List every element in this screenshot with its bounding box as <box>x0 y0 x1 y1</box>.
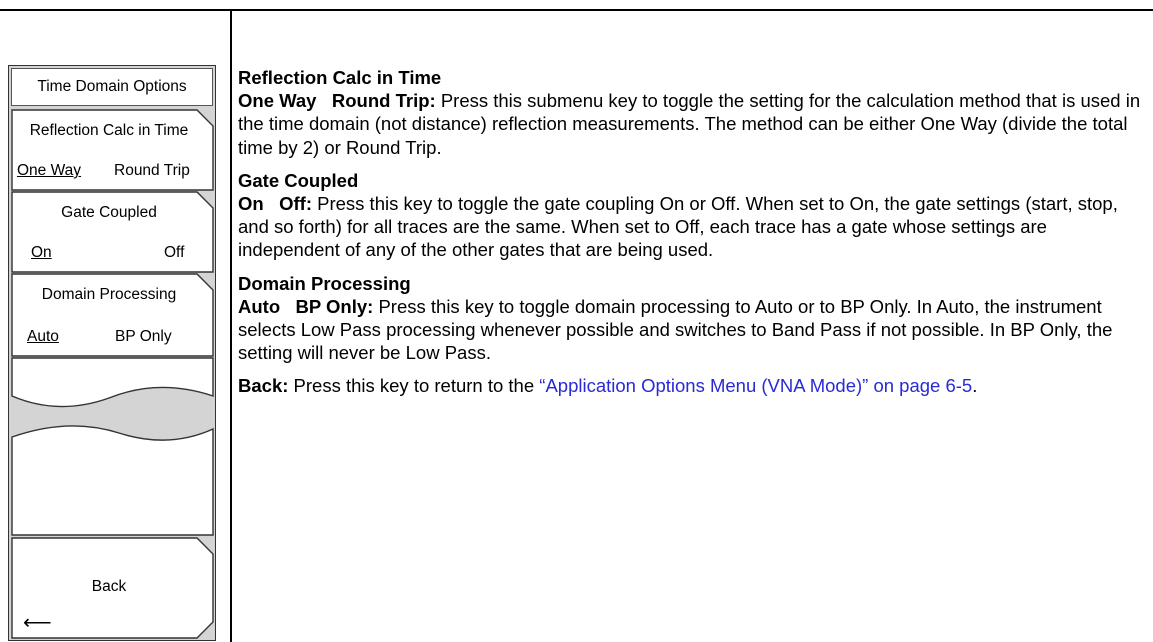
section-heading: Reflection Calc in Time <box>238 67 442 88</box>
back-label: Back <box>91 578 127 595</box>
bp-only-option: BP Only <box>115 328 172 345</box>
key-options: One Way Round Trip: <box>238 90 436 112</box>
back-key[interactable]: Back ⟵ <box>9 536 215 640</box>
gate-off-option: Off <box>164 244 185 261</box>
domain-processing-label: Domain Processing <box>41 286 177 303</box>
auto-option: Auto <box>27 328 59 345</box>
section-heading: Gate Coupled <box>238 169 359 191</box>
section-body: On Off: Press this key to toggle the gat… <box>238 192 1143 262</box>
section-back: Back: Press this key to return to the “A… <box>238 374 1143 397</box>
key-name: Back: <box>238 375 289 397</box>
key-options: Auto BP Only: <box>238 295 374 317</box>
section-body: Auto BP Only: Press this key to toggle d… <box>238 295 1143 365</box>
cross-reference-link[interactable]: “Application Options Menu (VNA Mode)” on… <box>539 375 972 396</box>
domain-processing-key[interactable]: Domain Processing Auto BP Only <box>9 272 215 358</box>
one-way-option: One Way <box>17 162 82 179</box>
section-gate-coupled: Gate Coupled On Off: Press this key to t… <box>238 169 1143 262</box>
reflection-calc-key[interactable]: Reflection Calc in Time One Way Round Tr… <box>9 108 215 192</box>
blank-key-shape <box>11 425 214 536</box>
section-domain-processing: Domain Processing Auto BP Only: Press th… <box>238 272 1143 365</box>
section-heading: Domain Processing <box>238 272 411 294</box>
column-divider <box>230 9 232 642</box>
softkey-menu: Time Domain Options Reflection Calc in T… <box>8 65 216 641</box>
blank-key-1 <box>9 356 215 416</box>
section-text: Press this key to return to the <box>288 375 540 397</box>
key-options: On Off: <box>238 193 312 215</box>
section-reflection-calc: Reflection Calc in Time One Way Round Tr… <box>238 66 1143 159</box>
menu-title: Time Domain Options <box>11 68 213 106</box>
section-body: Back: Press this key to return to the “A… <box>238 374 1143 397</box>
gate-coupled-key[interactable]: Gate Coupled On Off <box>9 190 215 274</box>
section-body: One Way Round Trip: Press this submenu k… <box>238 89 1143 159</box>
left-arrow-icon: ⟵ <box>23 612 52 634</box>
description-column: Reflection Calc in Time One Way Round Tr… <box>238 66 1143 408</box>
round-trip-option: Round Trip <box>114 162 190 179</box>
blank-key-2 <box>9 411 215 537</box>
top-rule <box>0 9 1153 11</box>
reflection-calc-label: Reflection Calc in Time <box>29 122 189 139</box>
gate-on-option: On <box>31 244 52 261</box>
gate-coupled-label: Gate Coupled <box>61 204 157 221</box>
blank-key-shape <box>11 357 214 408</box>
section-text: Press this key to toggle the gate coupli… <box>238 193 1118 261</box>
section-text-end: . <box>972 375 978 397</box>
